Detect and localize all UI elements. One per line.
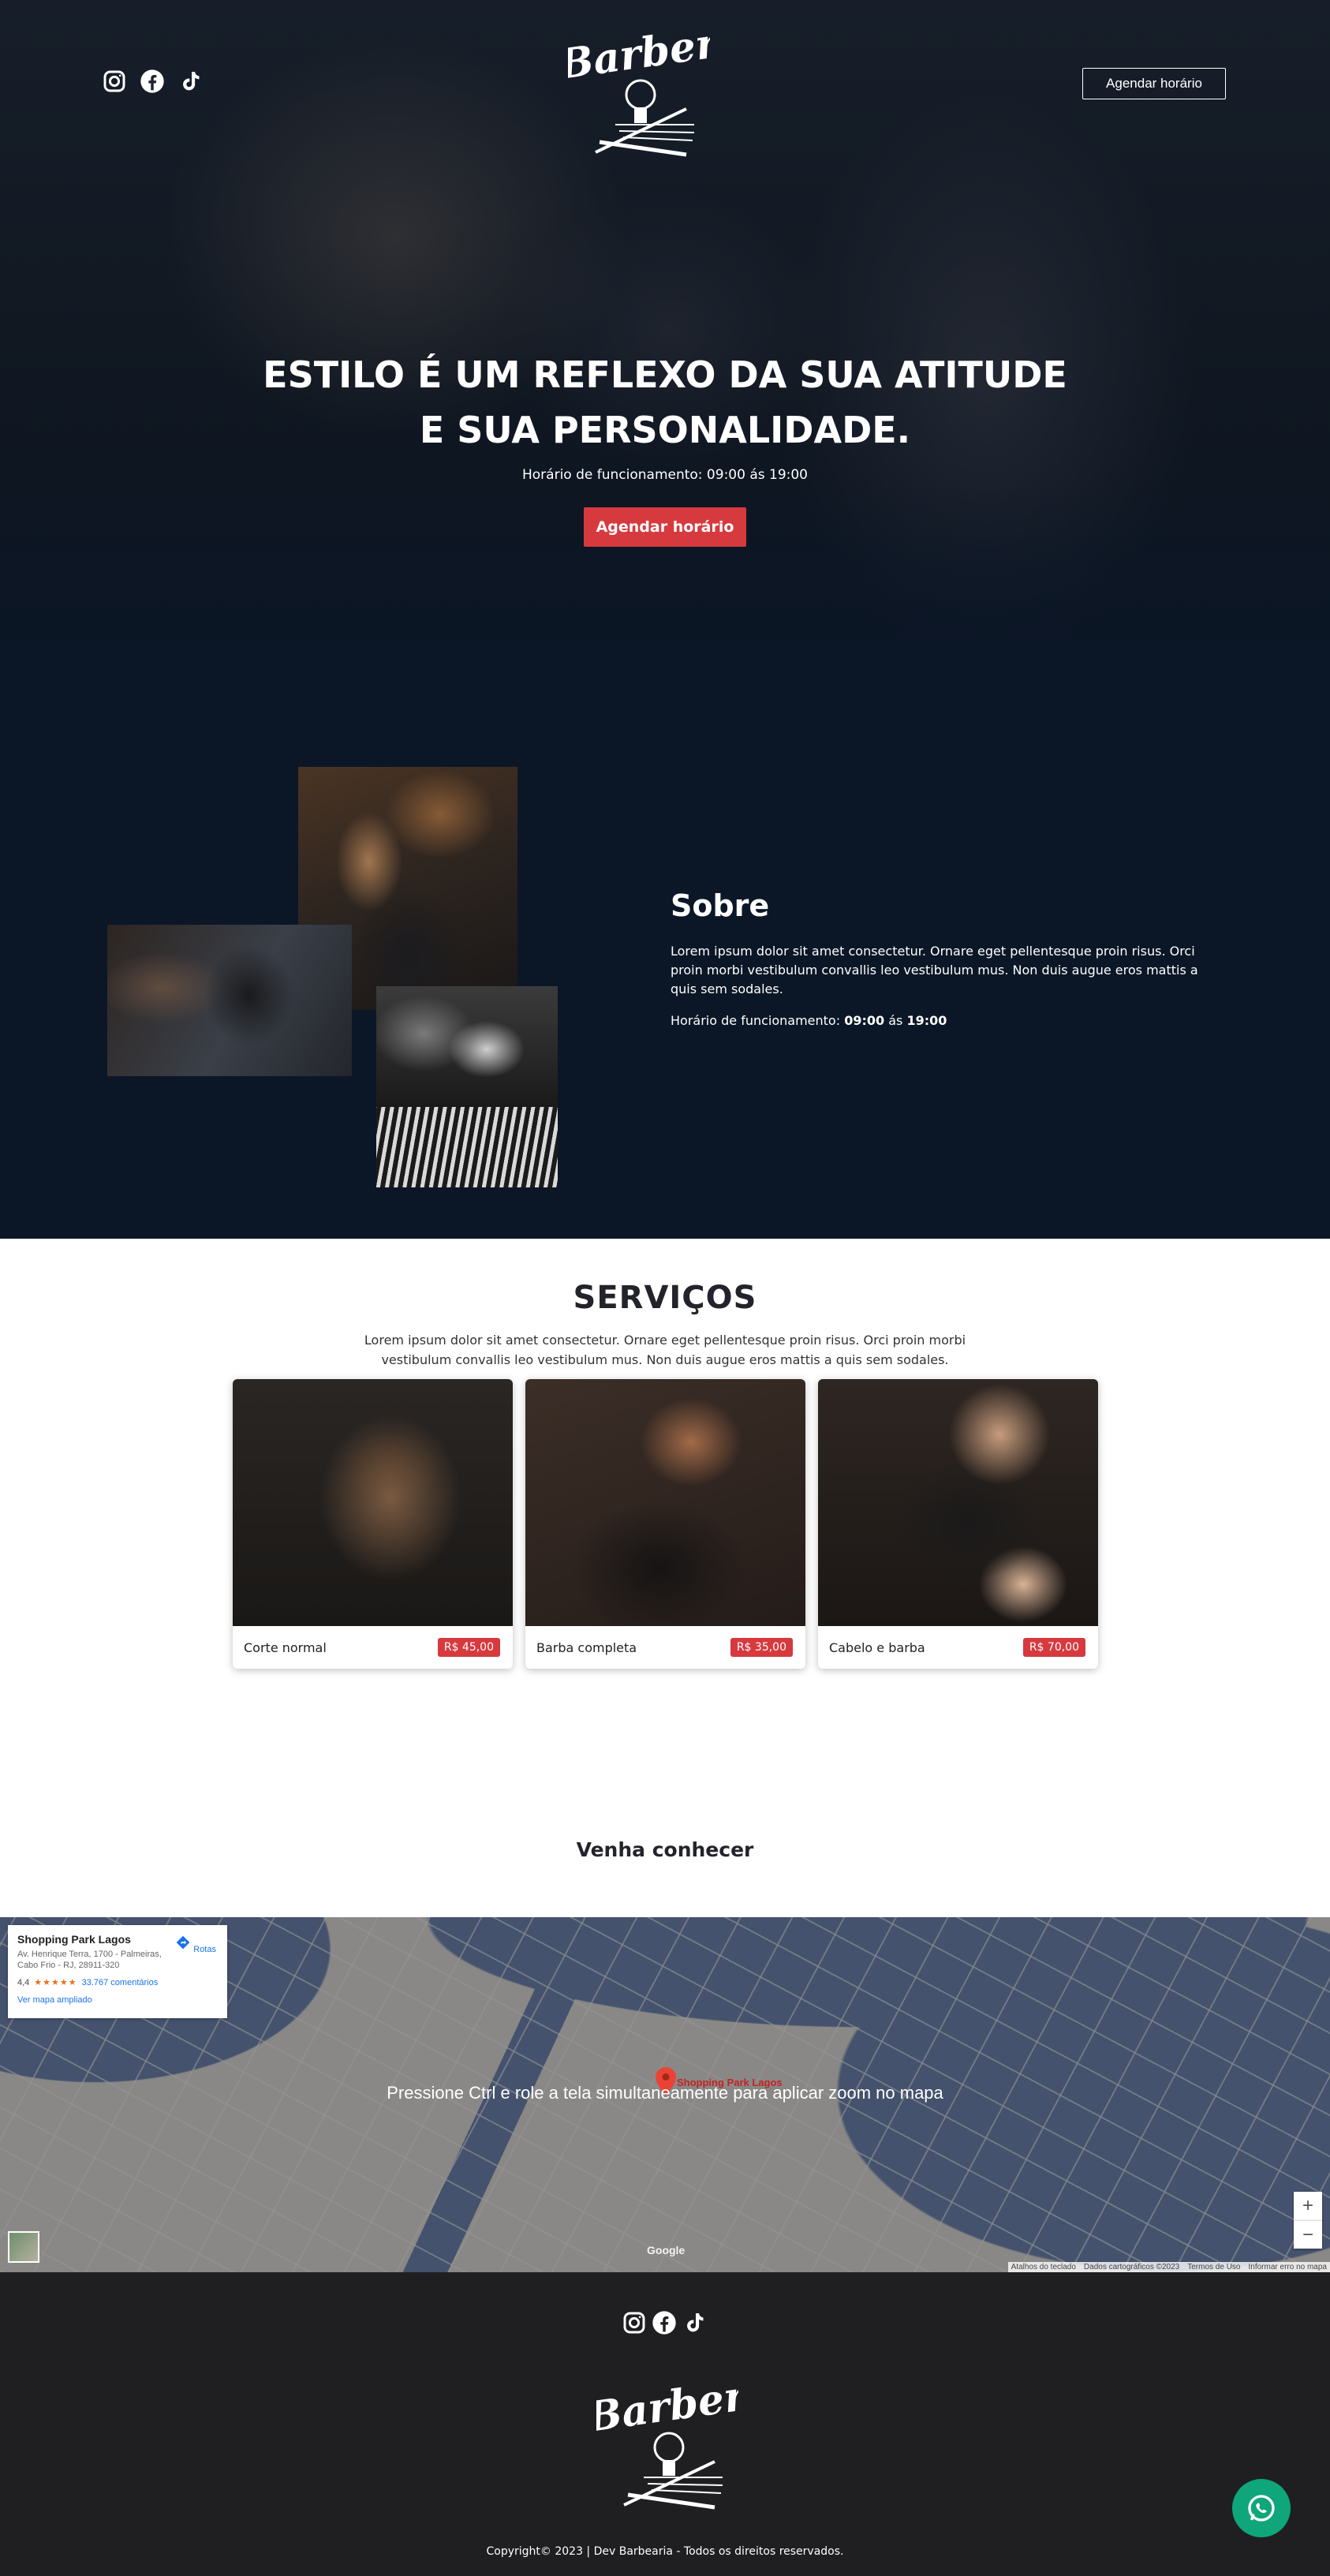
map-data-credit: Dados cartográficos ©2023 xyxy=(1083,2263,1180,2271)
map-place-address: Av. Henrique Terra, 1700 - Palmeiras, Ca… xyxy=(17,1950,162,1970)
service-card[interactable]: Cabelo e barba R$ 70,00 xyxy=(818,1379,1098,1669)
service-price-badge: R$ 35,00 xyxy=(730,1638,793,1657)
map-place-rating: 4,4 ★★★★★ 33.767 comentários xyxy=(17,1977,218,1988)
footer-social-links xyxy=(622,2310,707,2335)
logo-text: Barber xyxy=(568,19,710,89)
copyright-text: Copyright© 2023 | Dev Barbearia - Todos … xyxy=(486,2545,844,2558)
whatsapp-button[interactable] xyxy=(1232,2479,1291,2537)
whatsapp-icon xyxy=(1248,2495,1275,2522)
footer: Barber Copyright© 2023 | Dev Barbearia -… xyxy=(0,2272,1330,2576)
hero-hours: Horário de funcionamento: 09:00 ás 19:00 xyxy=(521,467,808,483)
google-logo: Google xyxy=(647,2244,686,2256)
tiktok-icon[interactable] xyxy=(682,2310,707,2335)
about-hours-label: Horário de funcionamento: xyxy=(671,1013,845,1028)
map-larger-link[interactable]: Ver mapa ampliado xyxy=(17,1995,218,2005)
map-directions-label: Rotas xyxy=(193,1945,216,1954)
hero-headline: ESTILO É UM REFLEXO DA SUA ATITUDE E SUA… xyxy=(0,347,1330,458)
map-attribution: Atalhos do teclado Dados cartográficos ©… xyxy=(1007,2262,1330,2272)
map-satellite-toggle[interactable] xyxy=(8,2231,39,2263)
about-hours-sep: ás xyxy=(884,1013,907,1028)
about-text: Lorem ipsum dolor sit amet consectetur. … xyxy=(671,944,1198,996)
visit-section: Venha conhecer xyxy=(0,1791,1330,1917)
map-zoom-hint: Pressione Ctrl e role a tela simultaneam… xyxy=(387,2083,943,2103)
schedule-button-top[interactable]: Agendar horário xyxy=(1082,68,1226,99)
footer-logo-text: Barber xyxy=(596,2372,738,2442)
facebook-icon[interactable] xyxy=(652,2310,677,2335)
about-hours-open: 09:00 xyxy=(844,1013,885,1028)
headline-line-2: E SUA PERSONALIDADE. xyxy=(419,409,911,451)
service-price-badge: R$ 45,00 xyxy=(437,1638,500,1657)
services-description: Lorem ipsum dolor sit amet consectetur. … xyxy=(364,1333,966,1367)
map-terms-link[interactable]: Termos de Uso xyxy=(1187,2263,1240,2271)
instagram-icon[interactable] xyxy=(622,2310,647,2335)
about-hours-close: 19:00 xyxy=(906,1013,947,1028)
map-directions-button[interactable]: Rotas xyxy=(175,1935,216,1954)
visit-title: Venha conhecer xyxy=(576,1838,754,1861)
map-rating-value: 4,4 xyxy=(17,1977,30,1987)
instagram-icon[interactable] xyxy=(101,68,128,95)
service-price-badge: R$ 70,00 xyxy=(1022,1638,1085,1657)
service-name: Barba completa xyxy=(536,1639,637,1655)
service-name: Corte normal xyxy=(244,1639,327,1655)
service-card-footer: Barba completa R$ 35,00 xyxy=(525,1626,805,1669)
tiktok-icon[interactable] xyxy=(177,68,204,95)
star-icon: ★★★★★ xyxy=(34,1978,77,1987)
about-title: Sobre xyxy=(671,888,770,923)
schedule-button[interactable]: Agendar horário xyxy=(584,507,746,547)
about-photo-shave xyxy=(376,986,558,1187)
map-report-error-link[interactable]: Informar erro no mapa xyxy=(1249,2263,1328,2271)
hero-section: Barber Agendar horário ESTILO É UM REFLE… xyxy=(0,0,1330,694)
facebook-icon[interactable] xyxy=(139,68,166,95)
about-photo-haircut xyxy=(107,925,352,1076)
barber-logo[interactable]: Barber xyxy=(554,6,723,168)
map-zoom-out-button[interactable]: − xyxy=(1294,2220,1322,2249)
directions-icon xyxy=(176,1935,190,1950)
services-title: SERVIÇOS xyxy=(573,1280,757,1316)
map-zoom-in-button[interactable]: + xyxy=(1294,2192,1322,2220)
map-place-card: Shopping Park Lagos Av. Henrique Terra, … xyxy=(8,1925,227,2018)
service-name: Cabelo e barba xyxy=(829,1639,925,1655)
about-section: Sobre Lorem ipsum dolor sit amet consect… xyxy=(0,694,1330,1239)
service-card-footer: Cabelo e barba R$ 70,00 xyxy=(818,1626,1098,1669)
service-card[interactable]: Corte normal R$ 45,00 xyxy=(233,1379,513,1669)
service-card[interactable]: Barba completa R$ 35,00 xyxy=(525,1379,805,1669)
service-card-footer: Corte normal R$ 45,00 xyxy=(233,1626,513,1669)
services-cards: Corte normal R$ 45,00 Barba completa R$ … xyxy=(233,1379,1098,1669)
embedded-map[interactable]: Shopping Park Lagos Av. Henrique Terra, … xyxy=(0,1917,1330,2272)
services-section: SERVIÇOS Lorem ipsum dolor sit amet cons… xyxy=(0,1239,1330,1791)
service-image xyxy=(525,1379,805,1626)
map-reviews-link[interactable]: 33.767 comentários xyxy=(82,1978,159,1987)
footer-barber-logo: Barber xyxy=(582,2359,751,2521)
map-keyboard-shortcuts-link[interactable]: Atalhos do teclado xyxy=(1011,2263,1076,2271)
hero-social-links xyxy=(101,68,204,95)
service-image xyxy=(233,1379,513,1626)
about-hours: Horário de funcionamento: 09:00 ás 19:00 xyxy=(671,1013,947,1028)
headline-line-1: ESTILO É UM REFLEXO DA SUA ATITUDE xyxy=(263,353,1067,396)
service-image xyxy=(818,1379,1098,1626)
